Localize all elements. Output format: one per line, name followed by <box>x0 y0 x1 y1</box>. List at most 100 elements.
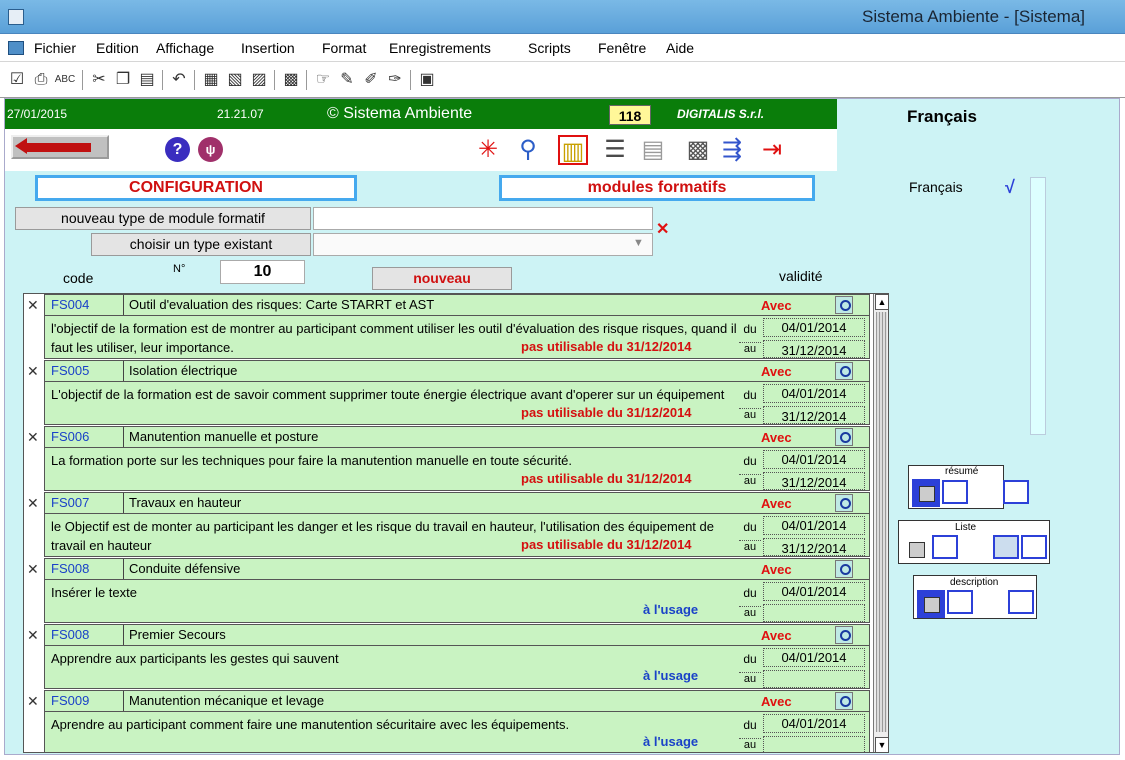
valid-to-field[interactable] <box>763 604 865 622</box>
number-field[interactable]: 10 <box>220 260 305 284</box>
list-slot[interactable] <box>932 535 958 559</box>
record-code[interactable]: FS006 <box>51 429 89 444</box>
valid-from-field[interactable]: 04/01/2014 <box>763 516 865 535</box>
menu-scripts[interactable]: Scripts <box>528 40 571 56</box>
language-list-item[interactable]: Français <box>909 179 963 195</box>
valid-to-field[interactable] <box>763 736 865 752</box>
record-name[interactable]: Manutention mécanique et levage <box>129 693 324 708</box>
script-icon[interactable]: ✎ <box>336 69 358 91</box>
record-name[interactable]: Travaux en hauteur <box>129 495 241 510</box>
new-button[interactable]: nouveau <box>372 267 512 290</box>
books-icon[interactable]: ▥ <box>558 135 588 165</box>
record-code[interactable]: FS008 <box>51 561 89 576</box>
menu-format[interactable]: Format <box>322 40 366 56</box>
record-code[interactable]: FS005 <box>51 363 89 378</box>
delete-record-icon[interactable]: ✕ <box>27 495 45 512</box>
record-zoom-icon[interactable] <box>835 626 853 644</box>
valid-to-field[interactable]: 31/12/2014 <box>763 538 865 556</box>
record-name[interactable]: Outil d'evaluation des risques: Carte ST… <box>129 297 434 312</box>
record-description[interactable]: Apprendre aux participants les gestes qu… <box>51 649 751 668</box>
dropdown-arrow-icon[interactable]: ▼ <box>633 237 644 249</box>
counter-icon[interactable]: ψ <box>198 137 223 162</box>
scroll-thumb[interactable] <box>876 312 887 732</box>
clear-icon[interactable]: ✕ <box>656 219 669 239</box>
help-icon[interactable]: ▣ <box>416 69 438 91</box>
valid-from-field[interactable]: 04/01/2014 <box>763 648 865 667</box>
choose-type-button[interactable]: choisir un type existant <box>91 233 311 256</box>
resume-slot[interactable] <box>1003 480 1029 504</box>
record-name[interactable]: Conduite défensive <box>129 561 240 576</box>
record-name[interactable]: Manutention manuelle et posture <box>129 429 318 444</box>
valid-from-field[interactable]: 04/01/2014 <box>763 714 865 733</box>
menu-enregistrements[interactable]: Enregistrements <box>389 40 491 56</box>
record-name[interactable]: Isolation électrique <box>129 363 237 378</box>
record-code[interactable]: FS007 <box>51 495 89 510</box>
record-description[interactable]: Aprendre au participant comment faire un… <box>51 715 751 734</box>
paste-icon[interactable]: ▤ <box>136 69 158 91</box>
description-print-icon[interactable] <box>917 590 945 618</box>
menu-edition[interactable]: Edition <box>96 40 139 56</box>
valid-from-field[interactable]: 04/01/2014 <box>763 318 865 337</box>
table-icon[interactable]: ▦ <box>200 69 222 91</box>
menu-fichier[interactable]: Fichier <box>34 40 76 56</box>
spellcheck-icon[interactable]: ABC <box>54 69 76 91</box>
sort-icon[interactable]: ▩ <box>280 69 302 91</box>
star-icon[interactable]: ✳ <box>473 135 503 165</box>
record-zoom-icon[interactable] <box>835 494 853 512</box>
checkbox-icon[interactable]: ☑ <box>6 69 28 91</box>
resume-print-icon[interactable] <box>912 479 940 507</box>
record-zoom-icon[interactable] <box>835 428 853 446</box>
table-add-icon[interactable]: ▧ <box>224 69 246 91</box>
record-zoom-icon[interactable] <box>835 362 853 380</box>
record-description[interactable]: La formation porte sur les techniques po… <box>51 451 751 470</box>
delete-record-icon[interactable]: ✕ <box>27 297 45 314</box>
export-icon[interactable]: ⇶ <box>717 135 747 165</box>
copy-icon[interactable]: ❐ <box>112 69 134 91</box>
description-slot[interactable] <box>1008 590 1034 614</box>
delete-record-icon[interactable]: ✕ <box>27 363 45 380</box>
report-icon[interactable]: ▩ <box>683 135 713 165</box>
table-delete-icon[interactable]: ▨ <box>248 69 270 91</box>
help-button[interactable]: ? <box>165 137 190 162</box>
valid-from-field[interactable]: 04/01/2014 <box>763 384 865 403</box>
exit-icon[interactable]: ⇥ <box>757 135 787 165</box>
scroll-down-icon[interactable]: ▼ <box>875 737 888 752</box>
record-code[interactable]: FS004 <box>51 297 89 312</box>
delete-record-icon[interactable]: ✕ <box>27 429 45 446</box>
cut-icon[interactable]: ✂ <box>88 69 110 91</box>
valid-to-field[interactable]: 31/12/2014 <box>763 340 865 358</box>
record-description[interactable]: L'objectif de la formation est de savoir… <box>51 385 751 404</box>
undo-icon[interactable]: ↶ <box>168 69 190 91</box>
valid-to-field[interactable] <box>763 670 865 688</box>
delete-record-icon[interactable]: ✕ <box>27 627 45 644</box>
choose-type-dropdown[interactable] <box>313 233 653 256</box>
menu-affichage[interactable]: Affichage <box>156 40 214 56</box>
list-export-icon[interactable] <box>993 535 1019 559</box>
new-type-button[interactable]: nouveau type de module formatif <box>15 207 311 230</box>
delete-record-icon[interactable]: ✕ <box>27 693 45 710</box>
record-zoom-icon[interactable] <box>835 692 853 710</box>
app-icon[interactable] <box>8 9 24 25</box>
search-icon[interactable]: ⚲ <box>513 135 543 165</box>
record-zoom-icon[interactable] <box>835 560 853 578</box>
back-button[interactable] <box>11 135 109 159</box>
resume-slot[interactable] <box>942 480 968 504</box>
menu-fenetre[interactable]: Fenêtre <box>598 40 646 56</box>
list-scrollbar[interactable]: ▲ ▼ <box>873 294 888 752</box>
tree-icon[interactable]: ☰ <box>600 135 630 165</box>
window-menu-icon[interactable] <box>8 41 24 55</box>
pages-icon[interactable]: ▤ <box>638 135 668 165</box>
record-description[interactable]: Insérer le texte <box>51 583 751 602</box>
script-debug-icon[interactable]: ✑ <box>384 69 406 91</box>
print-icon[interactable]: ⎙ <box>30 69 52 91</box>
valid-from-field[interactable]: 04/01/2014 <box>763 582 865 601</box>
description-slot[interactable] <box>947 590 973 614</box>
script-run-icon[interactable]: ✐ <box>360 69 382 91</box>
record-zoom-icon[interactable] <box>835 296 853 314</box>
new-type-field[interactable] <box>313 207 653 230</box>
valid-from-field[interactable]: 04/01/2014 <box>763 450 865 469</box>
list-print-icon[interactable] <box>902 535 930 563</box>
valid-to-field[interactable]: 31/12/2014 <box>763 406 865 424</box>
scroll-up-icon[interactable]: ▲ <box>875 294 888 310</box>
record-code[interactable]: FS009 <box>51 693 89 708</box>
